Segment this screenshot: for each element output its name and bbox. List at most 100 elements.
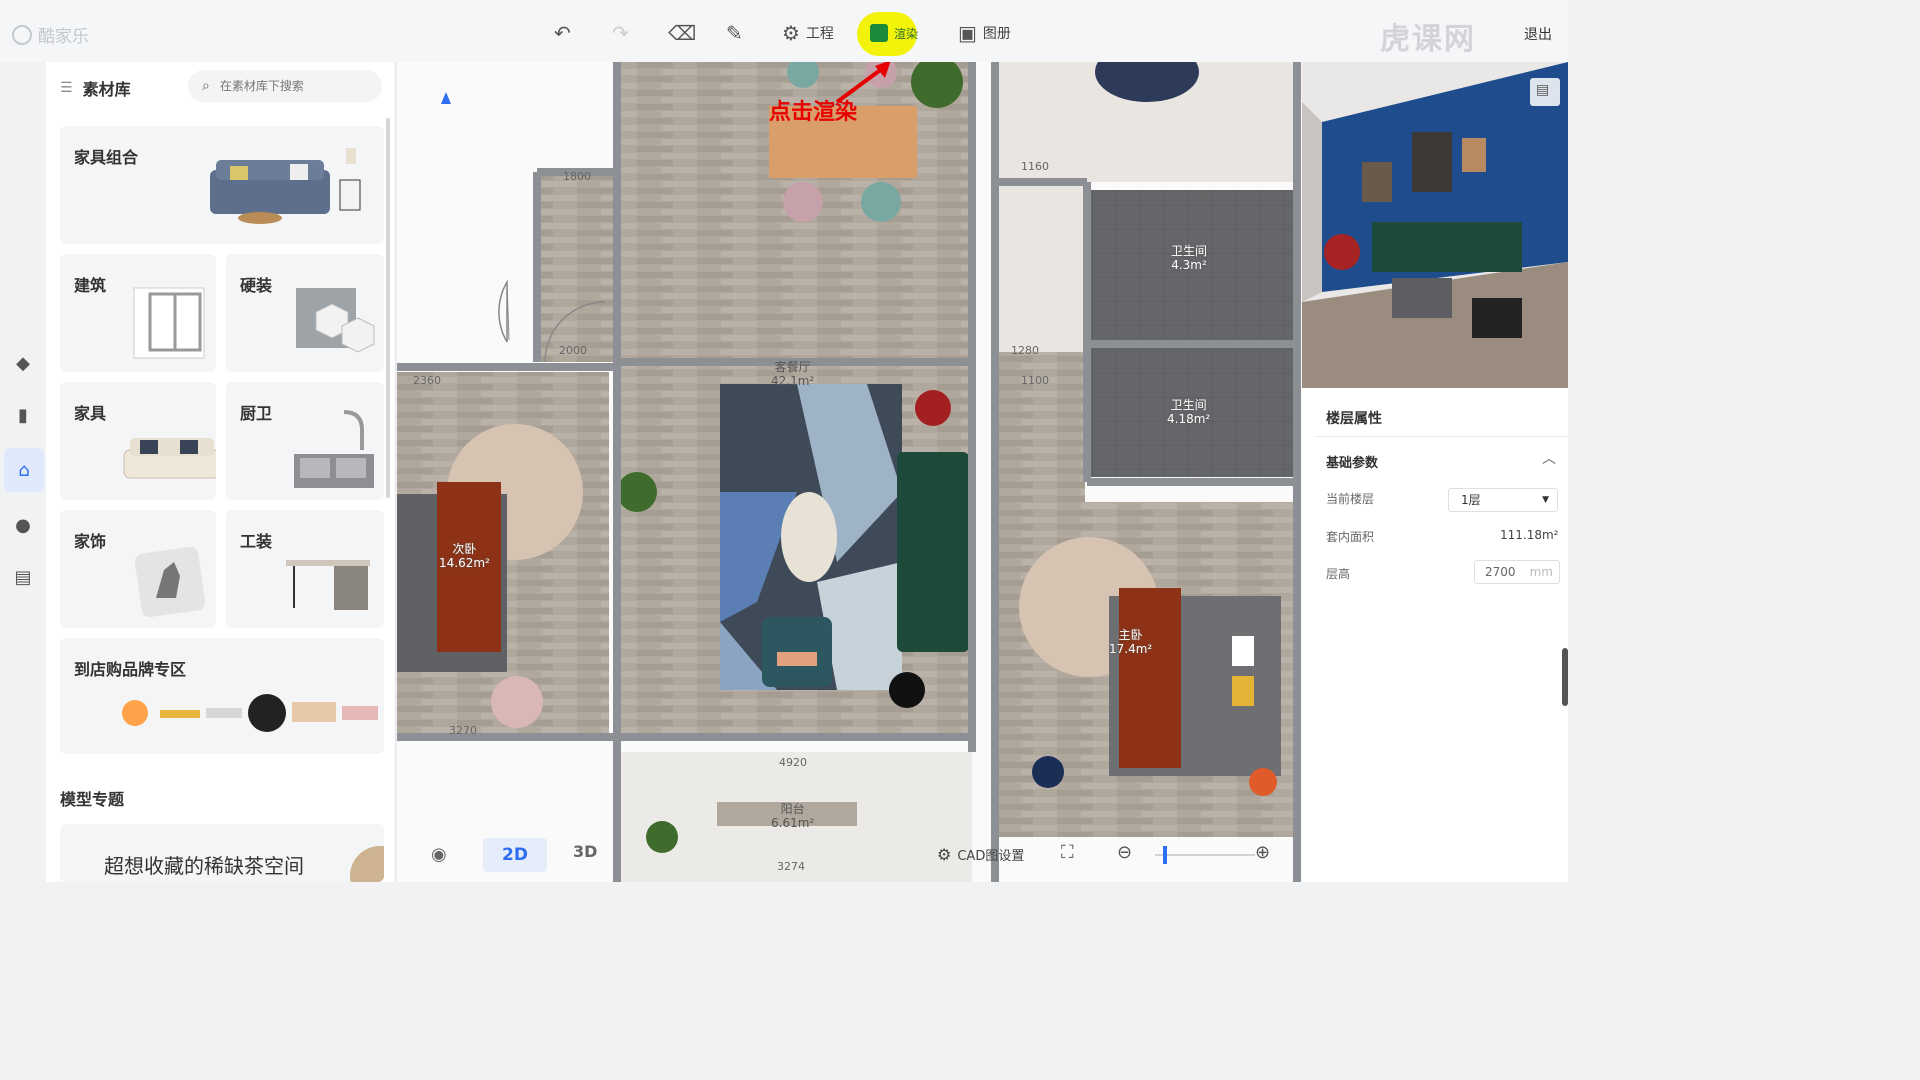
user-icon[interactable]: ●: [8, 510, 38, 540]
dimension-label: 4920: [779, 756, 807, 769]
room-label-bath2[interactable]: 卫生间 4.18m²: [1167, 398, 1210, 426]
brand-logo[interactable]: [160, 710, 200, 718]
dimension-label: 2000: [559, 344, 587, 357]
banner-decoration: [350, 846, 384, 882]
room-name: 卫生间: [1170, 398, 1207, 412]
album-label: 图册: [982, 26, 1011, 42]
room-label-living[interactable]: 客餐厅 42.1m²: [771, 360, 814, 388]
watermark: 虎课网: [1380, 22, 1476, 57]
room-label-bath1[interactable]: 卫生间 4.3m²: [1171, 244, 1207, 272]
sofa-image: [123, 438, 216, 479]
right-properties-panel: ▤ 楼层属性 基础参数 ︿ 当前楼层 1层 ▼ 套内面积 111.18m² 层高…: [1302, 62, 1568, 882]
room-area: 4.18m²: [1167, 412, 1211, 426]
tile-image: [296, 288, 375, 353]
tools-button[interactable]: ✎: [726, 20, 743, 46]
card-label: 家具: [74, 404, 107, 423]
card-home-decor[interactable]: 家饰: [60, 510, 216, 628]
room-area: 14.62m²: [439, 556, 490, 570]
height-label: 层高: [1326, 567, 1351, 581]
pillow-image: [134, 546, 206, 618]
area-label: 套内面积: [1326, 530, 1375, 544]
dimension-label: 2360: [1191, 464, 1219, 477]
left-icon-rail: ◆ ▮ ⌂ ● ▤: [0, 62, 46, 882]
dimension-label: 1800: [563, 170, 591, 183]
room-name: 次卧: [452, 542, 477, 556]
zoom-in-icon[interactable]: ⊕: [1255, 842, 1270, 863]
topic-banner[interactable]: 超想收藏的稀缺茶空间: [60, 824, 384, 882]
search-input[interactable]: [217, 78, 358, 94]
camera-icon[interactable]: ▤: [1536, 82, 1549, 98]
floorplan-drawing: [397, 62, 1302, 882]
height-input[interactable]: 2700 mm: [1474, 560, 1560, 584]
brand-logo[interactable]: [342, 706, 378, 720]
door-icon[interactable]: ▮: [8, 400, 38, 430]
card-label: 建筑: [74, 276, 107, 295]
current-floor-value: 1层: [1461, 493, 1481, 507]
album-button[interactable]: ▣ 图册: [958, 20, 1011, 46]
redo-icon: ↷: [612, 21, 629, 45]
sofa-icon[interactable]: ⌂: [4, 448, 44, 492]
room-label-second-bedroom[interactable]: 次卧 14.62m²: [439, 542, 490, 570]
app-logo[interactable]: 酷家乐: [12, 22, 89, 47]
card-label: 工装: [240, 532, 273, 551]
dimension-label: 2390: [1191, 314, 1219, 327]
room-label-balcony[interactable]: 阳台 6.61m²: [771, 802, 814, 830]
room-label-master[interactable]: 主卧 17.4m²: [1109, 628, 1152, 656]
fit-screen-icon[interactable]: ⛶: [1061, 842, 1074, 863]
library-title: 素材库: [82, 80, 131, 99]
render-button[interactable]: 渲染: [870, 20, 918, 46]
basic-params-heading[interactable]: 基础参数: [1326, 452, 1378, 471]
eraser-button[interactable]: ⌫: [668, 20, 696, 46]
card-brand-zone[interactable]: 到店购品牌专区: [60, 638, 384, 754]
card-tooling[interactable]: 工装: [226, 510, 384, 628]
zoom-out-icon[interactable]: ⊖: [1117, 842, 1132, 863]
redo-button[interactable]: ↷: [612, 20, 629, 46]
view-2d-button[interactable]: 2D: [483, 838, 547, 872]
project-button[interactable]: ⚙ 工程: [782, 20, 834, 46]
area-value: 111.18m²: [1500, 528, 1559, 542]
card-furniture[interactable]: 家具: [60, 382, 216, 500]
zoom-slider-handle[interactable]: [1163, 846, 1167, 864]
card-label: 硬装: [240, 276, 273, 295]
undo-button[interactable]: ↶: [554, 20, 571, 46]
cad-settings-button[interactable]: ⚙ CAD图设置: [937, 845, 1024, 864]
cabinet-icon[interactable]: ▤: [8, 562, 38, 592]
card-label: 家具组合: [74, 148, 139, 167]
library-search[interactable]: ⌕: [188, 70, 382, 102]
list-icon[interactable]: ☰: [60, 80, 73, 96]
panel-resize-handle[interactable]: [1562, 648, 1568, 706]
library-header: ☰ 素材库: [60, 76, 131, 100]
brand-logo[interactable]: [206, 708, 242, 718]
annotation-text: 点击渲染: [769, 100, 858, 125]
view-3d-button[interactable]: 3D: [573, 842, 597, 861]
card-hard-decor[interactable]: 硬装: [226, 254, 384, 372]
dimension-label: 1160: [1021, 160, 1049, 173]
brand-logo[interactable]: [122, 700, 148, 726]
dimension-label: 1100: [1021, 374, 1049, 387]
dimension-label: 2360: [1191, 190, 1219, 203]
zoom-slider[interactable]: [1155, 846, 1255, 864]
dimension-label: 1280: [1011, 344, 1039, 357]
dimension-label: 3270: [449, 724, 477, 737]
library-scrollbar[interactable]: [386, 118, 390, 498]
card-building[interactable]: 建筑: [60, 254, 216, 372]
card-furniture-set[interactable]: 家具组合: [60, 126, 384, 244]
room-name: 主卧: [1118, 628, 1143, 642]
current-floor-select[interactable]: 1层 ▼: [1448, 488, 1558, 512]
compass-icon[interactable]: [441, 92, 451, 104]
eye-icon[interactable]: ◉: [431, 844, 447, 865]
render-icon: [870, 24, 888, 42]
3d-preview[interactable]: ▤: [1302, 62, 1568, 388]
card-kitchen-bath[interactable]: 厨卫: [226, 382, 384, 500]
brand-logo[interactable]: [292, 702, 336, 722]
card-label: 厨卫: [240, 404, 273, 423]
cube-icon[interactable]: ◆: [8, 348, 38, 378]
exit-button[interactable]: 退出: [1524, 24, 1552, 44]
project-label: 工程: [805, 26, 834, 42]
sofa-set-image: [210, 148, 361, 224]
brand-logo[interactable]: [248, 694, 286, 732]
chevron-up-icon[interactable]: ︿: [1542, 448, 1556, 468]
floorplan-canvas[interactable]: 客餐厅 42.1m² 次卧 14.62m² 卫生间 4.3m² 卫生间 4.18…: [397, 62, 1302, 882]
green-sofa: [897, 452, 969, 652]
search-icon: ⌕: [202, 78, 210, 94]
